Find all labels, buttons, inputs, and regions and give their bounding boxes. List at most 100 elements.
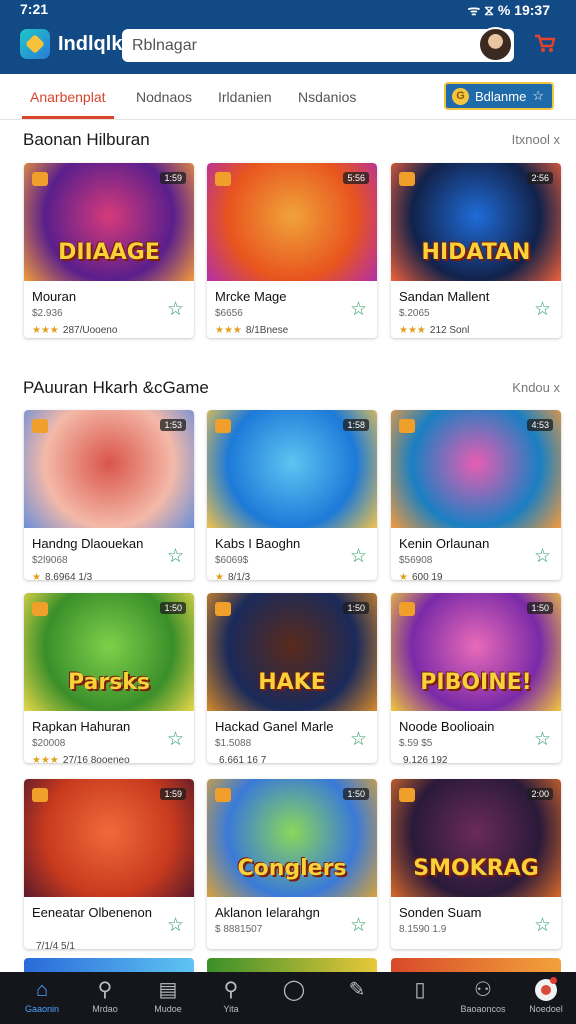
duration-badge: 2:00 xyxy=(527,788,553,800)
tab-irldanien[interactable]: Irldanien xyxy=(218,89,272,105)
game-title[interactable]: Sandan Mallent xyxy=(399,289,489,304)
game-card[interactable]: 5:56 Mrcke Mage $6656 ★★★ 8/1Bnese ☆ xyxy=(207,163,377,338)
game-thumbnail[interactable]: 1:50 PIBOINE! xyxy=(391,593,561,711)
game-rating: ★★★ 8/1Bnese xyxy=(215,325,288,336)
game-card[interactable]: 1:50 Parsks Rapkan Hahuran $20008 ★★★ 27/16 8… xyxy=(24,593,194,763)
game-thumbnail[interactable]: 1:50 Conglers xyxy=(207,779,377,897)
game-thumbnail[interactable]: 1:50 HAKE xyxy=(207,593,377,711)
favorite-star-icon[interactable]: ☆ xyxy=(167,298,184,321)
game-title[interactable]: Eeneatar Olbenenon xyxy=(32,905,152,920)
favorite-star-icon[interactable]: ☆ xyxy=(534,914,551,937)
game-card[interactable]: 1:50 HAKE Hackad Ganel Marle $1.5088 6.661 1… xyxy=(207,593,377,763)
rating-text: 6.661 16 7 xyxy=(219,755,267,763)
nav-item-3[interactable]: ⚲ Yita xyxy=(199,972,263,1024)
nav-item-8[interactable]: Noedoel xyxy=(514,972,576,1024)
game-price: $2l9068 xyxy=(32,555,68,566)
nav-item-4[interactable]: ◯ xyxy=(262,972,326,1024)
game-thumbnail[interactable]: 1:53 xyxy=(24,410,194,528)
user-avatar[interactable] xyxy=(478,27,513,62)
favorite-star-icon[interactable]: ☆ xyxy=(350,728,367,751)
game-card[interactable]: 1:58 Kabs I Baoghn $6069$ ★ 8/1/3 ☆ xyxy=(207,410,377,580)
rating-text: 8/1Bnese xyxy=(245,325,289,336)
game-thumbnail[interactable]: 1:59 xyxy=(24,779,194,897)
game-card[interactable]: 1:50 Conglers Aklanon Ielarahgn $ 8881507 ☆ xyxy=(207,779,377,949)
favorite-star-icon[interactable]: ☆ xyxy=(167,545,184,568)
favorite-star-icon[interactable]: ☆ xyxy=(350,914,367,937)
favorite-star-icon[interactable]: ☆ xyxy=(350,545,367,568)
nav-item-5[interactable]: ✎ xyxy=(325,972,389,1024)
nav-label: Gaaonin xyxy=(24,1004,60,1014)
game-title[interactable]: Rapkan Hahuran xyxy=(32,719,130,734)
game-thumbnail[interactable]: 4:53 xyxy=(391,410,561,528)
star-icon: ☆ xyxy=(532,88,544,103)
logo-icon xyxy=(20,29,50,59)
game-price: $1.5088 xyxy=(215,738,252,749)
section-more-link[interactable]: Itxnool x xyxy=(512,132,560,147)
game-title[interactable]: Handng Dlaouekan xyxy=(32,536,143,551)
game-rating xyxy=(215,941,219,949)
game-card[interactable]: 1:53 Handng Dlaouekan $2l9068 ★ 8.6964 1/3 ☆ xyxy=(24,410,194,580)
rating-stars: ★★★ xyxy=(32,755,59,763)
promo-badge-icon xyxy=(399,419,415,433)
game-card[interactable]: 2:00 SMOKRAG Sonden Suam 8.1590 1.9 ☆ xyxy=(391,779,561,949)
duration-badge: 1:50 xyxy=(527,602,553,614)
section-more-link[interactable]: Kndou x xyxy=(512,380,560,395)
balance-button[interactable]: G Bdlanme ☆ xyxy=(444,82,554,110)
nav-item-6[interactable]: ▯ xyxy=(388,972,452,1024)
nav-item-0[interactable]: ⌂ Gaaonin xyxy=(10,972,74,1024)
game-title[interactable]: Aklanon Ielarahgn xyxy=(215,905,320,920)
favorite-star-icon[interactable]: ☆ xyxy=(167,728,184,751)
tab-nodnaos[interactable]: Nodnaos xyxy=(136,89,192,105)
top-app-bar: 7:21 ᯤ ⧖ % 19:37 Indlqlk Rblnagar xyxy=(0,0,576,74)
circle-icon: ◯ xyxy=(282,979,306,1001)
cart-icon[interactable] xyxy=(534,34,556,54)
nav-item-2[interactable]: ▤ Mudoe xyxy=(136,972,200,1024)
promo-badge-icon xyxy=(215,602,231,616)
nav-item-7[interactable]: ⚇ Baoaoncos xyxy=(451,972,515,1024)
favorite-star-icon[interactable]: ☆ xyxy=(534,728,551,751)
game-title[interactable]: Mouran xyxy=(32,289,76,304)
game-title[interactable]: Kabs I Baoghn xyxy=(215,536,300,551)
game-card[interactable]: 1:59 DIIAAGE Mouran $2.936 ★★★ 287/Uooeno ☆ xyxy=(24,163,194,338)
game-card[interactable]: 1:59 Eeneatar Olbenenon 7/1/4 5/1 ☆ xyxy=(24,779,194,949)
game-rating: ★★★ 212 Sonl xyxy=(399,325,469,336)
game-thumbnail[interactable]: 2:00 SMOKRAG xyxy=(391,779,561,897)
bottom-navigation: ⌂ Gaaonin ⚲ Mrdao ▤ Mudoe ⚲ Yita ◯ ✎ ▯ ⚇ Baoaoncos No… xyxy=(0,972,576,1024)
game-price: $6656 xyxy=(215,308,243,319)
rating-stars: ★ xyxy=(215,572,224,580)
duration-badge: 1:50 xyxy=(160,602,186,614)
game-title[interactable]: Noode Boolioain xyxy=(399,719,494,734)
duration-badge: 1:50 xyxy=(343,788,369,800)
game-thumbnail[interactable]: 1:58 xyxy=(207,410,377,528)
favorite-star-icon[interactable]: ☆ xyxy=(534,545,551,568)
favorite-star-icon[interactable]: ☆ xyxy=(350,298,367,321)
duration-badge: 4:53 xyxy=(527,419,553,431)
rating-text: 7/1/4 5/1 xyxy=(36,941,75,949)
game-card[interactable]: 1:50 PIBOINE! Noode Boolioain $.59 $5 9.126 … xyxy=(391,593,561,763)
game-title[interactable]: Hackad Ganel Marle xyxy=(215,719,334,734)
coin-icon: G xyxy=(452,87,469,105)
pen-icon: ✎ xyxy=(348,979,366,1001)
account-icon: ⚇ xyxy=(474,979,492,1001)
section-title: Baonan Hilburan xyxy=(23,130,150,149)
game-rating: ★★★ 27/16 8ooeneo xyxy=(32,755,130,763)
game-title[interactable]: Mrcke Mage xyxy=(215,289,287,304)
favorite-star-icon[interactable]: ☆ xyxy=(167,914,184,937)
game-card[interactable]: 2:56 HIDATAN Sandan Mallent $.2065 ★★★ 212 So… xyxy=(391,163,561,338)
game-art-title: HIDATAN xyxy=(421,240,531,265)
game-card[interactable]: 4:53 Kenin Orlaunan $56908 ★ 600 19 ☆ xyxy=(391,410,561,580)
favorite-star-icon[interactable]: ☆ xyxy=(534,298,551,321)
game-title[interactable]: Sonden Suam xyxy=(399,905,481,920)
tab-nsdanios[interactable]: Nsdanios xyxy=(298,89,356,105)
game-thumbnail[interactable]: 5:56 xyxy=(207,163,377,281)
duration-badge: 1:53 xyxy=(160,419,186,431)
promo-badge-icon xyxy=(32,419,48,433)
game-thumbnail[interactable]: 1:59 DIIAAGE xyxy=(24,163,194,281)
game-thumbnail[interactable]: 2:56 HIDATAN xyxy=(391,163,561,281)
game-thumbnail[interactable]: 1:50 Parsks xyxy=(24,593,194,711)
game-title[interactable]: Kenin Orlaunan xyxy=(399,536,489,551)
search-input[interactable]: Rblnagar xyxy=(122,29,514,62)
tab-anarbenplat[interactable]: Anarbenplat xyxy=(30,89,106,105)
app-logo[interactable]: Indlqlk xyxy=(20,28,122,60)
nav-item-1[interactable]: ⚲ Mrdao xyxy=(73,972,137,1024)
